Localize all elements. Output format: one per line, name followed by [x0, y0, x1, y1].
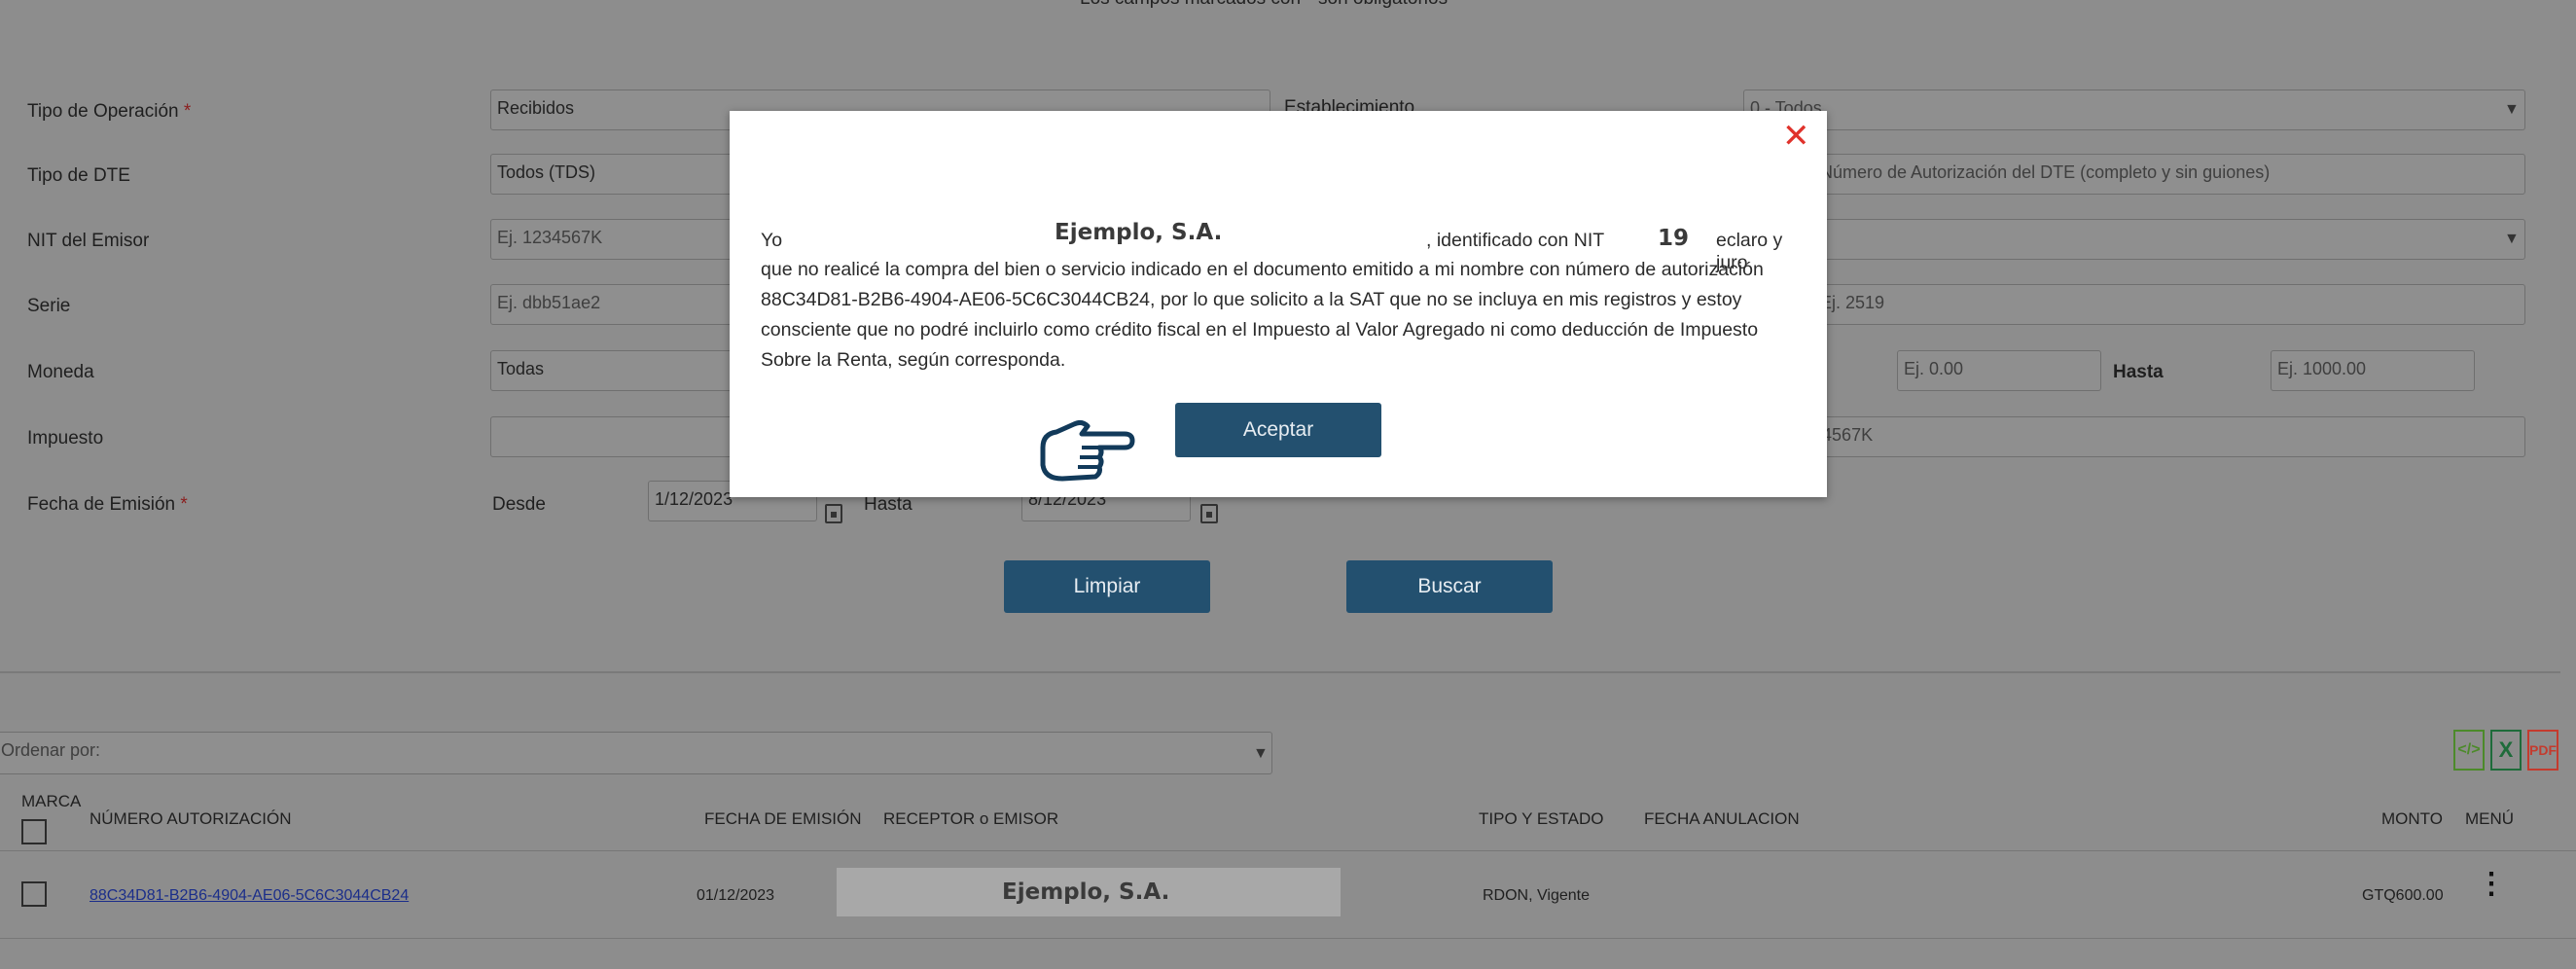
- required-note: Los campos marcados con * son obligatori…: [1080, 0, 1448, 10]
- yo-text: Yo: [761, 230, 783, 251]
- modal-line-4: consciente que no podré incluirlo como c…: [761, 319, 1759, 341]
- xml-file-icon[interactable]: </>: [2453, 730, 2485, 771]
- secondary-select[interactable]: [1743, 219, 2525, 260]
- calendar-icon[interactable]: [825, 504, 842, 523]
- close-icon[interactable]: ✕: [1782, 117, 1810, 156]
- establecimiento-select[interactable]: 0 - Todos: [1743, 90, 2525, 130]
- label-desde: Desde: [492, 494, 546, 515]
- pointing-hand-icon: [1006, 403, 1156, 492]
- numero-input[interactable]: Ej. 2519: [1743, 284, 2525, 325]
- col-fecha-emision: FECHA DE EMISIÓN: [704, 809, 862, 828]
- col-receptor-emisor: RECEPTOR o EMISOR: [883, 809, 1059, 828]
- col-menu: MENÚ: [2465, 809, 2515, 828]
- name-overlay: Ejemplo, S.A.: [1055, 220, 1223, 245]
- modal-line-1: Yo Ejemplo, S.A. , identificado con NIT …: [761, 220, 1792, 273]
- monto-desde-input[interactable]: Ej. 0.00: [1897, 350, 2101, 391]
- row-monto: GTQ600.00: [2362, 887, 2444, 904]
- receptor-emisor-name: Ejemplo, S.A.: [1002, 879, 1170, 905]
- nit-receptor-input[interactable]: Ej. 1234567K: [1743, 416, 2525, 457]
- label-impuesto: Impuesto: [27, 428, 104, 449]
- col-marca: MARCA: [21, 792, 82, 810]
- monto-hasta-input[interactable]: Ej. 1000.00: [2271, 350, 2475, 391]
- aceptar-button[interactable]: Aceptar: [1175, 403, 1381, 457]
- identified-text: , identificado con NIT: [1426, 230, 1605, 251]
- modal-line-3: 88C34D81-B2B6-4904-AE06-5C6C3044CB24, po…: [761, 289, 1742, 310]
- chevron-down-icon: ▼: [2504, 231, 2520, 247]
- select-all-checkbox[interactable]: [21, 819, 47, 844]
- calendar-icon[interactable]: [1200, 504, 1218, 523]
- nit-overlay: 19: [1658, 226, 1690, 251]
- label-monto-hasta: Hasta: [2113, 362, 2164, 382]
- modal-line-5: Sobre la Renta, según corresponda.: [761, 349, 1066, 371]
- excel-file-icon[interactable]: X: [2490, 730, 2522, 771]
- limpiar-button[interactable]: Limpiar: [1004, 560, 1210, 613]
- chevron-down-icon: ▼: [1253, 745, 1269, 762]
- label-fecha-emision: Fecha de Emisión *: [27, 494, 188, 515]
- buscar-button[interactable]: Buscar: [1346, 560, 1553, 613]
- row-fecha-emision: 01/12/2023: [697, 887, 775, 904]
- label-nit-emisor: NIT del Emisor: [27, 231, 150, 251]
- label-tipo-operacion: Tipo de Operación *: [27, 101, 192, 122]
- declaration-modal: ✕ Yo Ejemplo, S.A. , identificado con NI…: [730, 111, 1827, 497]
- col-monto: MONTO: [2381, 809, 2443, 828]
- pdf-file-icon[interactable]: PDF: [2527, 730, 2558, 771]
- col-numero-autorizacion: NÚMERO AUTORIZACIÓN: [89, 809, 292, 828]
- kebab-menu-icon[interactable]: ⋮: [2477, 870, 2506, 899]
- table-header: [0, 786, 2576, 851]
- order-by-select[interactable]: Ordenar por:: [0, 732, 1272, 774]
- label-moneda: Moneda: [27, 362, 94, 382]
- autorizacion-input[interactable]: Número de Autorización del DTE (completo…: [1743, 154, 2525, 195]
- col-fecha-anulacion: FECHA ANULACION: [1644, 809, 1800, 828]
- row-tipo-estado: RDON, Vigente: [1483, 887, 1590, 904]
- label-tipo-dte: Tipo de DTE: [27, 165, 130, 186]
- chevron-down-icon: ▼: [2504, 101, 2520, 118]
- autorizacion-link[interactable]: 88C34D81-B2B6-4904-AE06-5C6C3044CB24: [89, 887, 409, 905]
- label-hasta: Hasta: [864, 494, 912, 515]
- label-serie: Serie: [27, 296, 71, 316]
- modal-line-2: que no realicé la compra del bien o serv…: [761, 259, 1764, 280]
- col-tipo-estado: TIPO Y ESTADO: [1479, 809, 1604, 828]
- row-checkbox[interactable]: [21, 881, 47, 907]
